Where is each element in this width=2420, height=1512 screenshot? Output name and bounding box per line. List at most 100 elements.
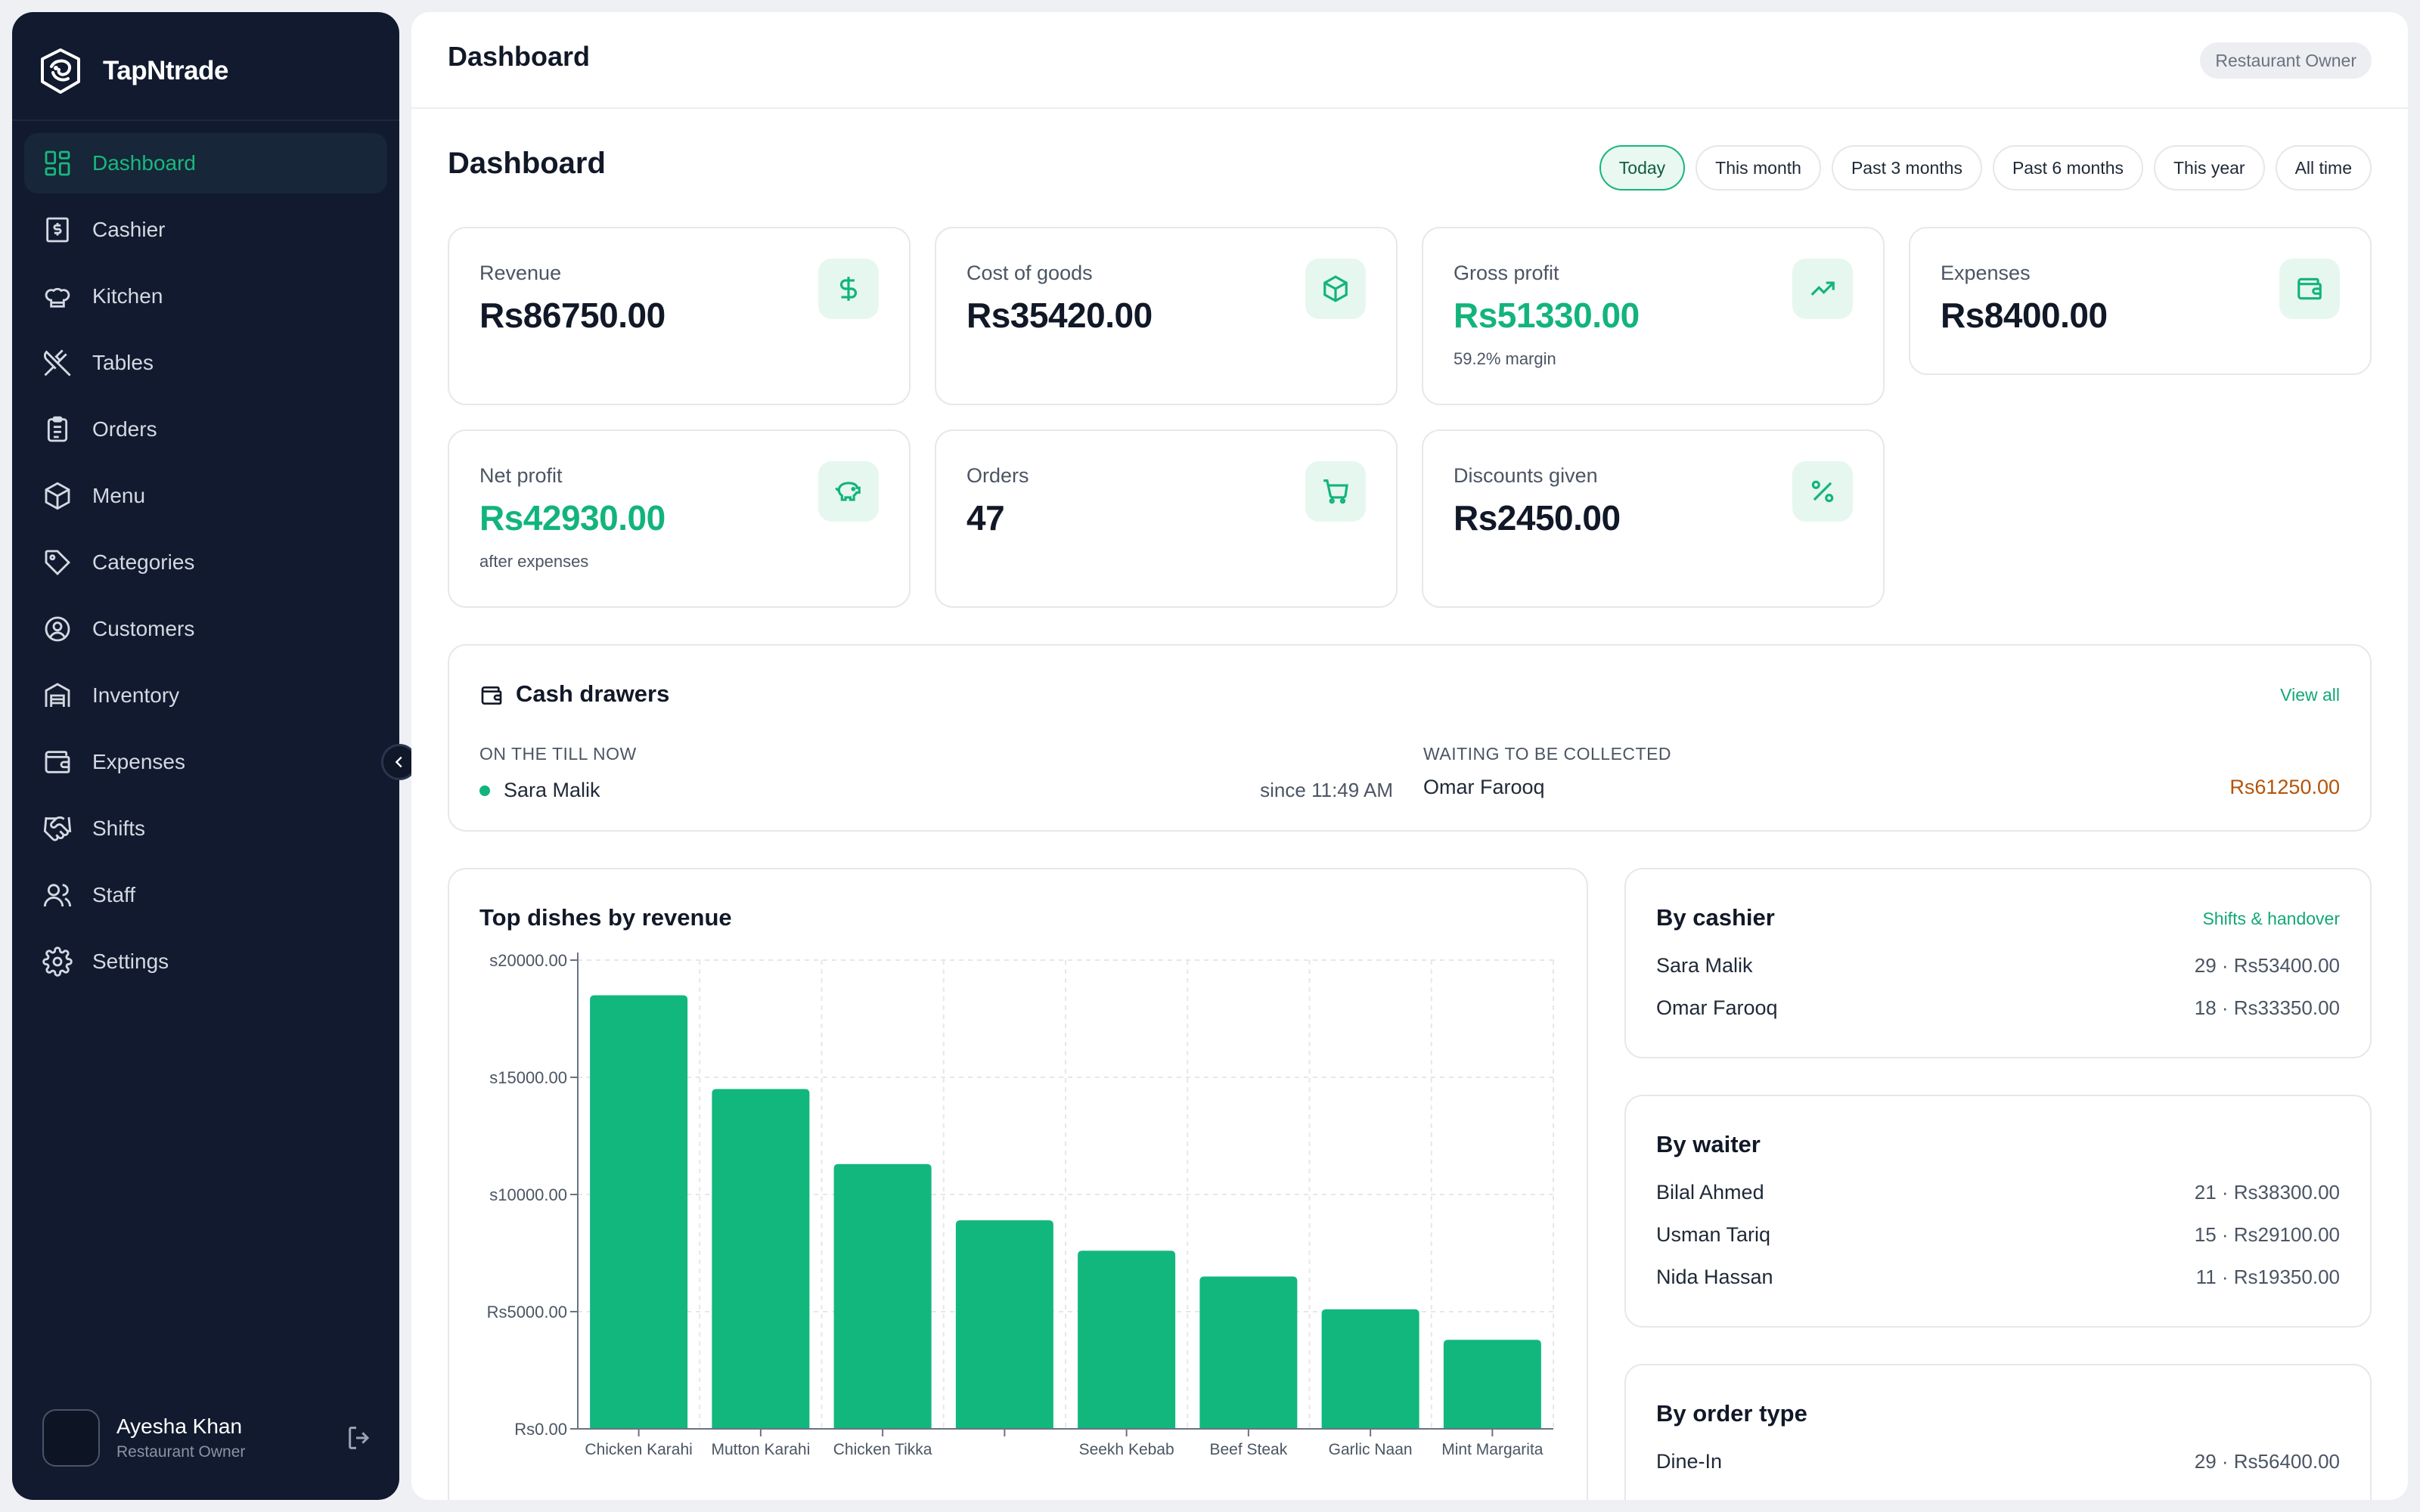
stat-label: Orders	[966, 464, 1029, 487]
stat-subtext: 59.2% margin	[1454, 349, 1556, 368]
sidebar-item-shifts[interactable]: Shifts	[24, 798, 387, 859]
stat-card-gross-profit: Gross profit Rs51330.00 59.2% margin	[1422, 227, 1885, 405]
bar	[833, 1163, 932, 1429]
list-item: Usman Tariq 15 · Rs29100.00	[1656, 1223, 2340, 1247]
sidebar-item-orders[interactable]: Orders	[24, 399, 387, 460]
stat-icon-box	[2279, 259, 2340, 319]
filter-past-3-months[interactable]: Past 3 months	[1831, 145, 1982, 191]
main-content: Dashboard Restaurant Owner Dashboard Tod…	[411, 12, 2408, 1500]
y-tick-label: Rs5000.00	[487, 1303, 567, 1321]
sidebar-item-tables[interactable]: Tables	[24, 333, 387, 393]
list-item: Nida Hassan 11 · Rs19350.00	[1656, 1266, 2340, 1289]
waiting-amount: Rs61250.00	[2229, 776, 2340, 798]
stat-value: Rs42930.00	[479, 498, 666, 538]
row-value: 18 · Rs33350.00	[2194, 996, 2340, 1019]
stat-icon-box	[818, 461, 879, 522]
row-name: Dine-In	[1656, 1450, 1723, 1473]
row-name: Usman Tariq	[1656, 1223, 1771, 1246]
divider	[12, 119, 399, 121]
stat-card-expenses: Expenses Rs8400.00	[1909, 227, 2372, 375]
on-till-label: ON THE TILL NOW	[479, 744, 637, 764]
bar	[1078, 1250, 1176, 1429]
stat-card-cost-of-goods: Cost of goods Rs35420.00	[935, 227, 1398, 405]
row-value: 11 · Rs19350.00	[2195, 1266, 2340, 1288]
view-all-link[interactable]: View all	[2280, 685, 2340, 705]
topbar-title: Dashboard	[448, 41, 591, 72]
page-title: Dashboard	[448, 147, 606, 180]
stat-card-orders: Orders 47	[935, 429, 1398, 608]
shifts-handover-link[interactable]: Shifts & handover	[2202, 909, 2340, 929]
filter-this-year[interactable]: This year	[2154, 145, 2265, 191]
stat-icon-box	[1792, 461, 1853, 522]
bar	[1321, 1309, 1419, 1429]
row-value: 21 · Rs38300.00	[2194, 1181, 2340, 1204]
x-tick-label: Garlic Naan	[1329, 1441, 1413, 1458]
sidebar-item-label: Shifts	[92, 816, 146, 840]
box-icon	[1323, 275, 1348, 302]
sidebar-item-inventory[interactable]: Inventory	[24, 665, 387, 726]
row-name: Sara Malik	[1656, 954, 1753, 977]
by-waiter-card: By waiter Bilal Ahmed 21 · Rs38300.00 Us…	[1624, 1095, 2372, 1328]
sidebar-item-label: Dashboard	[92, 151, 196, 175]
sidebar-item-label: Staff	[92, 883, 136, 906]
box-icon	[45, 482, 70, 510]
tag-icon	[45, 550, 71, 576]
sidebar-item-label: Tables	[92, 351, 154, 374]
stat-card-discounts: Discounts given Rs2450.00	[1422, 429, 1885, 608]
stat-value: Rs35420.00	[966, 296, 1153, 335]
sidebar-item-label: Inventory	[92, 683, 180, 707]
row-value: 29 · Rs56400.00	[2194, 1450, 2340, 1473]
sidebar-item-customers[interactable]: Customers	[24, 599, 387, 659]
by-cashier-card: By cashier Shifts & handover Sara Malik …	[1624, 868, 2372, 1058]
wallet-icon	[481, 686, 502, 705]
sidebar-item-label: Orders	[92, 417, 157, 441]
bar	[955, 1220, 1053, 1429]
filter-all-time[interactable]: All time	[2275, 145, 2372, 191]
x-tick-label: Chicken Karahi	[585, 1441, 692, 1458]
bar	[1443, 1340, 1541, 1429]
on-till-row: Sara Malik since 11:49 AM	[479, 779, 1393, 802]
stat-label: Revenue	[479, 262, 562, 284]
brand-logo-icon	[41, 48, 80, 94]
sidebar-item-dashboard[interactable]: Dashboard	[24, 133, 387, 194]
user-role: Restaurant Owner	[116, 1443, 246, 1461]
user-name: Ayesha Khan	[116, 1414, 243, 1438]
x-tick-label: Seekh Kebab	[1079, 1441, 1174, 1458]
stat-value: 47	[966, 498, 1005, 538]
gear-icon	[42, 947, 73, 977]
stat-label: Discounts given	[1454, 464, 1598, 487]
x-tick-label: Beef Steak	[1210, 1441, 1288, 1458]
stat-label: Cost of goods	[966, 262, 1093, 284]
on-till-since: since 11:49 AM	[1260, 779, 1393, 801]
users-icon	[43, 884, 72, 907]
sidebar-item-settings[interactable]: Settings	[24, 931, 387, 992]
stat-value: Rs2450.00	[1454, 498, 1621, 538]
sidebar-item-expenses[interactable]: Expenses	[24, 732, 387, 792]
filter-this-month[interactable]: This month	[1696, 145, 1821, 191]
stat-icon-box	[1305, 461, 1366, 522]
wallet-icon	[2297, 277, 2322, 300]
user-profile: Ayesha Khan Restaurant Owner	[42, 1408, 375, 1468]
by-waiter-title: By waiter	[1656, 1131, 1761, 1157]
y-tick-label: s15000.00	[489, 1068, 567, 1087]
sidebar-item-kitchen[interactable]: Kitchen	[24, 266, 387, 327]
avatar[interactable]	[42, 1409, 100, 1467]
brand[interactable]: TapNtrade	[36, 35, 229, 107]
bar	[1199, 1276, 1298, 1429]
trending-up-icon	[1810, 281, 1835, 296]
logout-icon[interactable]	[345, 1423, 375, 1453]
sidebar-item-menu[interactable]: Menu	[24, 466, 387, 526]
y-tick-label: s10000.00	[489, 1185, 567, 1204]
stat-subtext: after expenses	[479, 552, 589, 571]
topbar: Dashboard Restaurant Owner	[411, 12, 2408, 109]
sidebar-item-categories[interactable]: Categories	[24, 532, 387, 593]
filter-today[interactable]: Today	[1599, 145, 1686, 191]
sidebar-item-label: Expenses	[92, 750, 185, 773]
cart-icon	[1323, 479, 1348, 504]
sidebar-item-cashier[interactable]: Cashier	[24, 200, 387, 260]
top-dishes-bar-chart: Rs0.00 Rs5000.00 s10000.00 s15000.00 s20000.…	[487, 951, 1554, 1458]
status-dot	[479, 785, 490, 796]
filter-past-6-months[interactable]: Past 6 months	[1992, 145, 2143, 191]
y-tick-label: Rs0.00	[514, 1420, 567, 1439]
sidebar-item-staff[interactable]: Staff	[24, 865, 387, 925]
